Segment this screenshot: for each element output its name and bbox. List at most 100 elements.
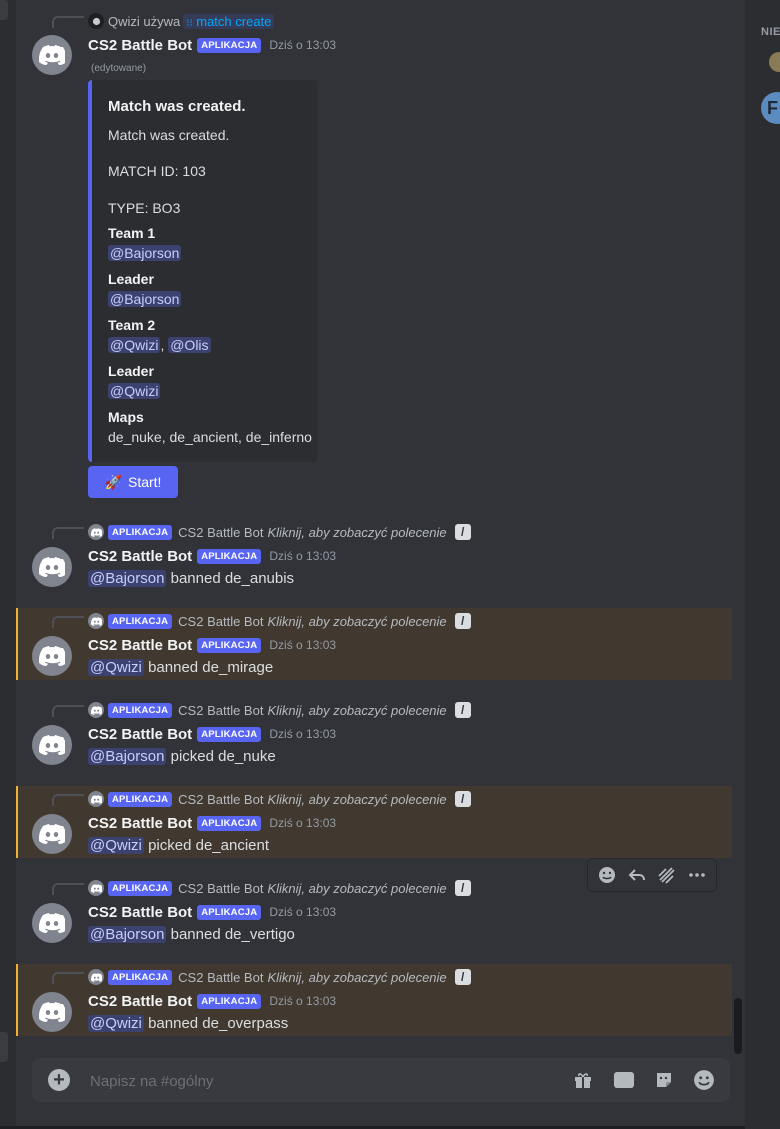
add-reaction-icon[interactable] xyxy=(595,863,619,887)
bot-mini-avatar xyxy=(88,613,104,629)
start-button-label: Start! xyxy=(127,474,162,490)
add-attachment-icon[interactable]: + xyxy=(48,1069,70,1091)
bot-mini-avatar xyxy=(88,524,104,540)
message-content: @Bajorson picked de_nuke xyxy=(88,745,276,767)
ref-bot-name[interactable]: CS2 Battle Bot xyxy=(178,525,263,540)
mention[interactable]: @Qwizi xyxy=(88,836,144,854)
view-command-hint[interactable]: Kliknij, aby zobaczyć polecenie xyxy=(267,525,446,540)
timestamp[interactable]: Dziś o 13:03 xyxy=(269,38,336,52)
mention[interactable]: @Bajorson xyxy=(108,245,182,261)
timestamp[interactable]: Dziś o 13:03 xyxy=(269,994,336,1008)
interaction-reference[interactable]: APLIKACJA CS2 Battle Bot Kliknij, aby zoba… xyxy=(88,522,471,542)
command-name: match create xyxy=(196,13,272,29)
embed-type: TYPE: BO3 xyxy=(108,200,181,216)
embed-field-maps: Maps xyxy=(108,409,144,425)
message-input[interactable] xyxy=(88,1068,532,1094)
scrollbar-thumb[interactable] xyxy=(734,998,742,1054)
message-header: CS2 Battle Bot APLIKACJA Dziś o 13:03 xyxy=(88,901,336,923)
invoker-name[interactable]: Qwizi xyxy=(108,14,140,29)
more-icon[interactable] xyxy=(685,863,709,887)
view-command-hint[interactable]: Kliknij, aby zobaczyć polecenie xyxy=(267,792,446,807)
gif-icon[interactable]: GIF xyxy=(614,1072,634,1088)
username[interactable]: CS2 Battle Bot xyxy=(88,993,192,1010)
ref-bot-name[interactable]: CS2 Battle Bot xyxy=(178,881,263,896)
message-header: CS2 Battle Bot APLIKACJA Dziś o 13:03 xyxy=(88,990,336,1012)
bot-mini-avatar xyxy=(88,791,104,807)
message-text: picked de_ancient xyxy=(148,836,270,854)
chat-scrollbar[interactable] xyxy=(734,0,742,1054)
member-list-header: NIE xyxy=(761,26,780,38)
timestamp[interactable]: Dziś o 13:03 xyxy=(269,727,336,741)
app-tag: APLIKACJA xyxy=(197,904,262,920)
app-tag: APLIKACJA xyxy=(108,702,173,718)
interaction-reference[interactable]: APLIKACJA CS2 Battle Bot Kliknij, aby zoba… xyxy=(88,967,471,987)
message-header: CS2 Battle Bot APLIKACJA Dziś o 13:03 xyxy=(88,723,336,745)
bot-avatar[interactable] xyxy=(32,725,72,765)
mention[interactable]: @Qwizi xyxy=(88,658,144,676)
command-pill[interactable]: ⁝⁝ match create xyxy=(183,13,275,29)
username[interactable]: CS2 Battle Bot xyxy=(88,37,192,54)
view-command-hint[interactable]: Kliknij, aby zobaczyć polecenie xyxy=(267,614,446,629)
mention[interactable]: @Qwizi xyxy=(108,383,161,399)
interaction-reference[interactable]: APLIKACJA CS2 Battle Bot Kliknij, aby zoba… xyxy=(88,789,471,809)
bot-avatar[interactable] xyxy=(32,814,72,854)
interaction-reference[interactable]: APLIKACJA CS2 Battle Bot Kliknij, aby zoba… xyxy=(88,878,471,898)
ref-bot-name[interactable]: CS2 Battle Bot xyxy=(178,614,263,629)
message-header: CS2 Battle Bot APLIKACJA Dziś o 13:03 xyxy=(88,545,336,567)
rail-item[interactable] xyxy=(0,0,8,20)
view-command-hint[interactable]: Kliknij, aby zobaczyć polecenie xyxy=(267,703,446,718)
bot-avatar[interactable] xyxy=(32,903,72,943)
mention[interactable]: @Bajorson xyxy=(108,291,182,307)
username[interactable]: CS2 Battle Bot xyxy=(88,726,192,743)
username[interactable]: CS2 Battle Bot xyxy=(88,548,192,565)
app-tag: APLIKACJA xyxy=(197,726,262,742)
mention[interactable]: @Bajorson xyxy=(88,569,167,587)
sticker-icon[interactable] xyxy=(653,1069,675,1091)
gift-icon[interactable] xyxy=(572,1069,594,1091)
interaction-reference[interactable]: Qwizi używa ⁝⁝ match create xyxy=(88,11,275,31)
used-label: używa xyxy=(143,13,181,29)
ref-bot-name[interactable]: CS2 Battle Bot xyxy=(178,970,263,985)
emoji-icon[interactable] xyxy=(693,1069,715,1091)
ref-bot-name[interactable]: CS2 Battle Bot xyxy=(178,703,263,718)
mention[interactable]: @Qwizi xyxy=(88,1014,144,1032)
timestamp[interactable]: Dziś o 13:03 xyxy=(269,816,336,830)
mention[interactable]: @Olis xyxy=(168,337,211,353)
view-command-hint[interactable]: Kliknij, aby zobaczyć polecenie xyxy=(267,970,446,985)
timestamp[interactable]: Dziś o 13:03 xyxy=(269,905,336,919)
message-content: @Qwizi banned de_mirage xyxy=(88,656,273,678)
embed-field-team2: Team 2 xyxy=(108,317,156,333)
bot-avatar[interactable] xyxy=(32,636,72,676)
reply-icon[interactable] xyxy=(625,863,649,887)
bot-avatar[interactable] xyxy=(32,35,72,75)
thread-icon[interactable] xyxy=(655,863,679,887)
view-command-hint[interactable]: Kliknij, aby zobaczyć polecenie xyxy=(267,881,446,896)
message-text: banned de_anubis xyxy=(170,569,295,587)
message-content: @Qwizi banned de_overpass xyxy=(88,1012,288,1034)
mention[interactable]: @Bajorson xyxy=(88,747,167,765)
mention[interactable]: @Qwizi xyxy=(108,337,161,353)
timestamp[interactable]: Dziś o 13:03 xyxy=(269,638,336,652)
username[interactable]: CS2 Battle Bot xyxy=(88,637,192,654)
message-text: picked de_nuke xyxy=(170,747,276,765)
member-avatar[interactable]: F xyxy=(761,92,780,124)
slash-command-icon: / xyxy=(454,702,471,718)
timestamp[interactable]: Dziś o 13:03 xyxy=(269,549,336,563)
message-text: banned de_vertigo xyxy=(170,925,295,943)
interaction-reference[interactable]: APLIKACJA CS2 Battle Bot Kliknij, aby zoba… xyxy=(88,611,471,631)
interaction-reference[interactable]: APLIKACJA CS2 Battle Bot Kliknij, aby zoba… xyxy=(88,700,471,720)
username[interactable]: CS2 Battle Bot xyxy=(88,815,192,832)
mention[interactable]: @Bajorson xyxy=(88,925,167,943)
username[interactable]: CS2 Battle Bot xyxy=(88,904,192,921)
reply-spine xyxy=(52,794,84,806)
command-icon: ⁝⁝ xyxy=(186,17,193,29)
member-avatar[interactable] xyxy=(769,52,780,72)
message-header: CS2 Battle Bot APLIKACJA Dziś o 13:03 xyxy=(88,812,336,834)
rail-item[interactable] xyxy=(0,1032,8,1062)
message-content: @Bajorson banned de_vertigo xyxy=(88,923,295,945)
start-button[interactable]: 🚀 Start! xyxy=(88,466,178,498)
ref-bot-name[interactable]: CS2 Battle Bot xyxy=(178,792,263,807)
bot-avatar[interactable] xyxy=(32,547,72,587)
message-header: CS2 Battle Bot APLIKACJA Dziś o 13:03 xyxy=(88,34,336,56)
bot-avatar[interactable] xyxy=(32,992,72,1032)
